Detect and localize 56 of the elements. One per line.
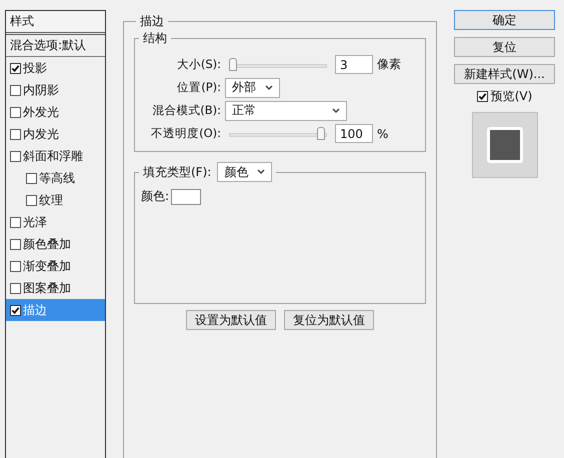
style-list-item[interactable]: 光泽 <box>6 211 105 233</box>
checkbox[interactable] <box>10 216 21 228</box>
style-list-item[interactable]: 内阴影 <box>6 79 105 101</box>
slider-thumb[interactable] <box>229 58 237 70</box>
opacity-input[interactable]: 100 <box>335 124 373 143</box>
color-swatch[interactable] <box>171 188 202 204</box>
checkbox[interactable] <box>10 260 21 272</box>
panel-title: 描边 <box>139 13 165 30</box>
slider-thumb[interactable] <box>317 126 326 140</box>
checkbox[interactable] <box>10 62 21 74</box>
opacity-label: 不透明度(O): <box>150 126 221 141</box>
preview-checkbox[interactable] <box>476 91 488 102</box>
checkbox[interactable] <box>10 238 21 250</box>
style-list-item[interactable]: 投影 <box>6 57 105 79</box>
caret-icon <box>332 108 340 114</box>
checkbox[interactable] <box>26 194 37 206</box>
size-slider[interactable] <box>229 58 327 72</box>
group-title: 结构 <box>142 30 168 47</box>
opacity-unit: % <box>377 126 388 140</box>
dialog-button[interactable]: 复位 <box>454 37 555 57</box>
checkbox[interactable] <box>26 172 37 184</box>
position-label: 位置(P): <box>176 80 221 95</box>
blend-mode-label: 混合模式(B): <box>151 103 221 118</box>
style-list-item[interactable]: 渐变叠加 <box>6 255 105 277</box>
color-label: 颜色: <box>141 188 170 205</box>
style-list-item[interactable]: 等高线 <box>6 167 105 189</box>
fill-type-dropdown[interactable]: 颜色 <box>217 162 272 182</box>
position-dropdown[interactable]: 外部 <box>225 78 280 98</box>
size-unit: 像素 <box>377 56 401 73</box>
checkbox[interactable] <box>10 128 21 140</box>
size-label: 大小(S): <box>176 57 221 72</box>
caret-icon <box>265 84 273 90</box>
fill-type-label: 填充类型(F): <box>143 164 212 180</box>
checkbox[interactable] <box>10 150 21 162</box>
style-list-item[interactable]: 纹理 <box>6 189 105 211</box>
caret-icon <box>257 169 266 175</box>
preview-label: 预览(V) <box>490 88 532 105</box>
checkbox[interactable] <box>10 84 21 96</box>
default-button[interactable]: 复位为默认值 <box>284 310 374 330</box>
size-input[interactable]: 3 <box>335 55 373 74</box>
checkbox[interactable] <box>10 106 21 118</box>
square-icon <box>486 127 522 163</box>
blend-mode-dropdown[interactable]: 正常 <box>225 100 347 120</box>
style-list-item[interactable]: 混合选项:默认 <box>6 35 105 57</box>
checkbox[interactable] <box>10 304 21 316</box>
sidebar-header: 样式 <box>6 11 105 35</box>
style-list-item[interactable]: 内发光 <box>6 123 105 145</box>
dialog-button[interactable]: 新建样式(W)... <box>454 64 555 84</box>
dialog-button[interactable]: 确定 <box>454 10 555 30</box>
checkbox[interactable] <box>10 282 21 294</box>
style-list-item[interactable]: 颜色叠加 <box>6 233 105 255</box>
style-list-item[interactable]: 外发光 <box>6 101 105 123</box>
style-list-item[interactable]: 图案叠加 <box>6 277 105 299</box>
default-button[interactable]: 设置为默认值 <box>186 310 276 330</box>
style-list-item[interactable]: 斜面和浮雕 <box>6 145 105 167</box>
opacity-slider[interactable] <box>229 126 327 140</box>
